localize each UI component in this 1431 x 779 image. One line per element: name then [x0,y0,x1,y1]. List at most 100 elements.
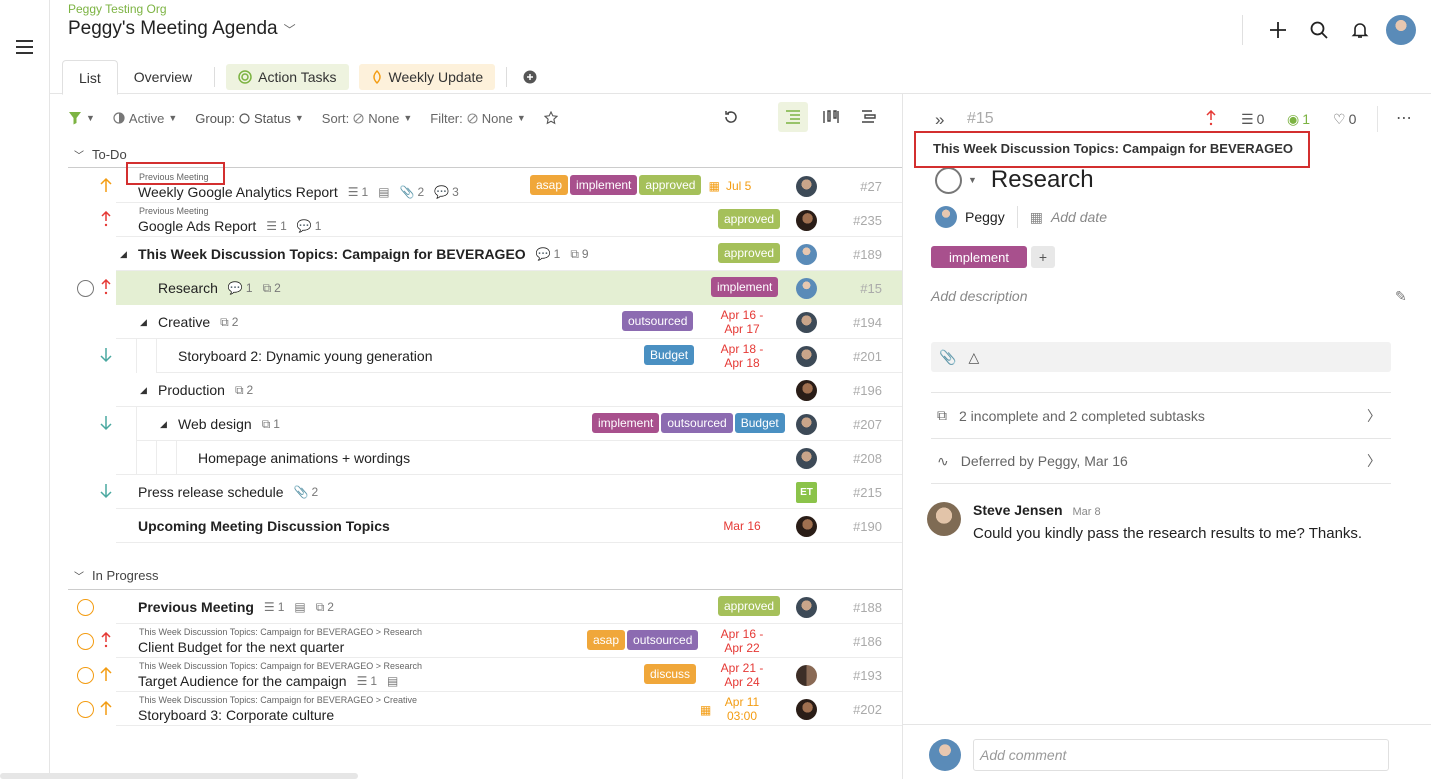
tag-implement[interactable]: implement [592,413,660,433]
board-view-icon[interactable] [816,102,846,132]
task-title[interactable]: Research [991,166,1094,194]
add-comment-input[interactable]: Add comment [973,739,1389,771]
tag-implement[interactable]: implement [570,175,638,195]
task-row-215[interactable]: Press release schedule 📎 2 ET #215 [68,475,902,509]
sort-selector[interactable]: Sort: None ▼ [322,111,412,126]
task-row-202[interactable]: This Week Discussion Topics: Campaign fo… [68,692,902,726]
assignee-avatar[interactable] [796,244,817,265]
assignee-avatar[interactable] [796,380,817,401]
menu-icon[interactable] [16,40,33,54]
assignee-avatar[interactable] [796,448,817,469]
due-date[interactable]: ▦ Jul 5 [700,179,760,193]
due-date[interactable]: Mar 16 [712,519,772,533]
comment-author[interactable]: Steve Jensen [973,502,1063,518]
org-name[interactable]: Peggy Testing Org [68,2,167,16]
task-row-196[interactable]: ◢ Production ⧉ 2 #196 [68,373,902,407]
assignee-avatar[interactable] [796,278,817,299]
status-in-progress-icon[interactable] [77,667,94,684]
task-row-201[interactable]: Storyboard 2: Dynamic young generation B… [68,339,902,373]
priority-high-icon[interactable] [1205,109,1217,131]
assignee-avatar[interactable] [796,699,817,720]
refresh-icon[interactable] [716,102,746,132]
group-selector[interactable]: Group: Status ▼ [195,111,304,126]
status-in-progress-icon[interactable] [77,599,94,616]
horizontal-scrollbar[interactable] [0,773,358,779]
assignee-avatar[interactable] [796,176,817,197]
add-date-button[interactable]: Add date [1051,209,1107,225]
assignee-avatar[interactable] [796,597,817,618]
collapse-triangle-icon[interactable]: ◢ [120,249,127,260]
star-icon[interactable] [543,111,558,125]
chevron-down-icon[interactable]: ﹀ [284,23,296,37]
assignee-avatar[interactable] [935,206,957,228]
gantt-view-icon[interactable] [854,102,884,132]
subtask-counter[interactable]: ☰ 0 [1241,111,1264,128]
tag-budget[interactable]: Budget [644,345,695,365]
assignee-avatar[interactable] [796,210,817,231]
filter-selector[interactable]: Filter: None ▼ [430,111,526,126]
task-row-194[interactable]: ◢ Creative ⧉ 2 outsourced Apr 16 - Apr 17 … [68,305,902,339]
task-row-207[interactable]: ◢ Web design ⧉ 1 implement outsourced Bud… [68,407,902,441]
task-row-186[interactable]: This Week Discussion Topics: Campaign fo… [68,624,902,658]
google-drive-icon[interactable]: △ [968,349,979,366]
tab-weekly-update[interactable]: Weekly Update [358,64,496,90]
tag-budget[interactable]: Budget [734,413,785,433]
page-title[interactable]: Peggy's Meeting Agenda ﹀ [68,18,296,40]
activity-summary[interactable]: ∿ Deferred by Peggy, Mar 16 〉 [931,438,1391,484]
tab-action-tasks[interactable]: Action Tasks [226,64,349,90]
tag-outsourced[interactable]: outsourced [661,413,733,433]
task-row-188[interactable]: Previous Meeting ☰ 1 ▤ ⧉ 2 approved #188 [68,590,902,624]
tag-approved[interactable]: approved [718,209,781,229]
assignee-avatar[interactable] [796,414,817,435]
assignee-name[interactable]: Peggy [965,209,1005,225]
user-avatar[interactable] [1385,14,1417,46]
list-view-icon[interactable] [778,102,808,132]
due-date-range[interactable]: Apr 18 - Apr 18 [712,342,772,370]
task-row-15[interactable]: Research 💬 1 ⧉ 2 implement #15 [68,271,902,305]
add-icon[interactable] [1262,14,1294,46]
search-icon[interactable] [1303,14,1335,46]
due-date-range[interactable]: Apr 16 - Apr 22 [712,627,772,655]
tag-asap[interactable]: asap [530,175,569,195]
active-filter[interactable]: Active ▼ [113,111,177,126]
collapse-panel-icon[interactable]: » [935,110,944,130]
collapse-triangle-icon[interactable]: ◢ [140,317,147,328]
tag-discuss[interactable]: discuss [644,664,697,684]
tag-outsourced[interactable]: outsourced [627,630,699,650]
tag-approved[interactable]: approved [718,596,781,616]
more-options-icon[interactable]: ⋯ [1396,108,1412,128]
assignee-avatar[interactable] [796,516,817,537]
watchers-counter[interactable]: ◉ 1 [1287,111,1310,128]
assignee-avatar-group[interactable] [796,665,817,686]
add-tab-icon[interactable] [517,61,543,93]
likes-counter[interactable]: ♡ 0 [1333,111,1356,128]
task-row-208[interactable]: Homepage animations + wordings #208 [68,441,902,475]
tag-implement[interactable]: implement [711,277,779,297]
due-date-time[interactable]: Apr 11 03:00 [712,695,772,723]
paperclip-icon[interactable]: 📎 [939,349,956,366]
task-row-189[interactable]: ◢ This Week Discussion Topics: Campaign … [68,237,902,271]
assignee-avatar[interactable] [796,346,817,367]
tag-outsourced[interactable]: outsourced [622,311,694,331]
status-circle-icon[interactable] [935,166,962,194]
task-row-193[interactable]: This Week Discussion Topics: Campaign fo… [68,658,902,692]
tag-asap[interactable]: asap [587,630,626,650]
group-in-progress[interactable]: ﹀ In Progress [68,568,158,583]
status-in-progress-icon[interactable] [77,633,94,650]
caret-down-icon[interactable]: ▼ [968,175,977,185]
add-tag-button[interactable]: + [1030,246,1055,268]
assignee-initials[interactable]: ET [796,482,817,503]
tab-list[interactable]: List [62,60,118,95]
tag-implement[interactable]: implement [931,246,1027,268]
task-row-235[interactable]: Previous Meeting Google Ads Report ☰ 1 💬 1… [68,203,902,237]
task-row-190[interactable]: Upcoming Meeting Discussion Topics Mar 1… [68,509,902,543]
status-circle-icon[interactable] [77,280,94,297]
subtasks-summary[interactable]: ⧉ 2 incomplete and 2 completed subtasks … [931,392,1391,438]
collapse-triangle-icon[interactable]: ◢ [160,419,167,430]
tag-approved[interactable]: approved [718,243,781,263]
due-date-range[interactable]: Apr 16 - Apr 17 [712,308,772,336]
group-todo[interactable]: ﹀ To-Do [68,147,127,162]
status-in-progress-icon[interactable] [77,701,94,718]
description-field[interactable]: Add description [931,288,1028,304]
collapse-triangle-icon[interactable]: ◢ [140,385,147,396]
